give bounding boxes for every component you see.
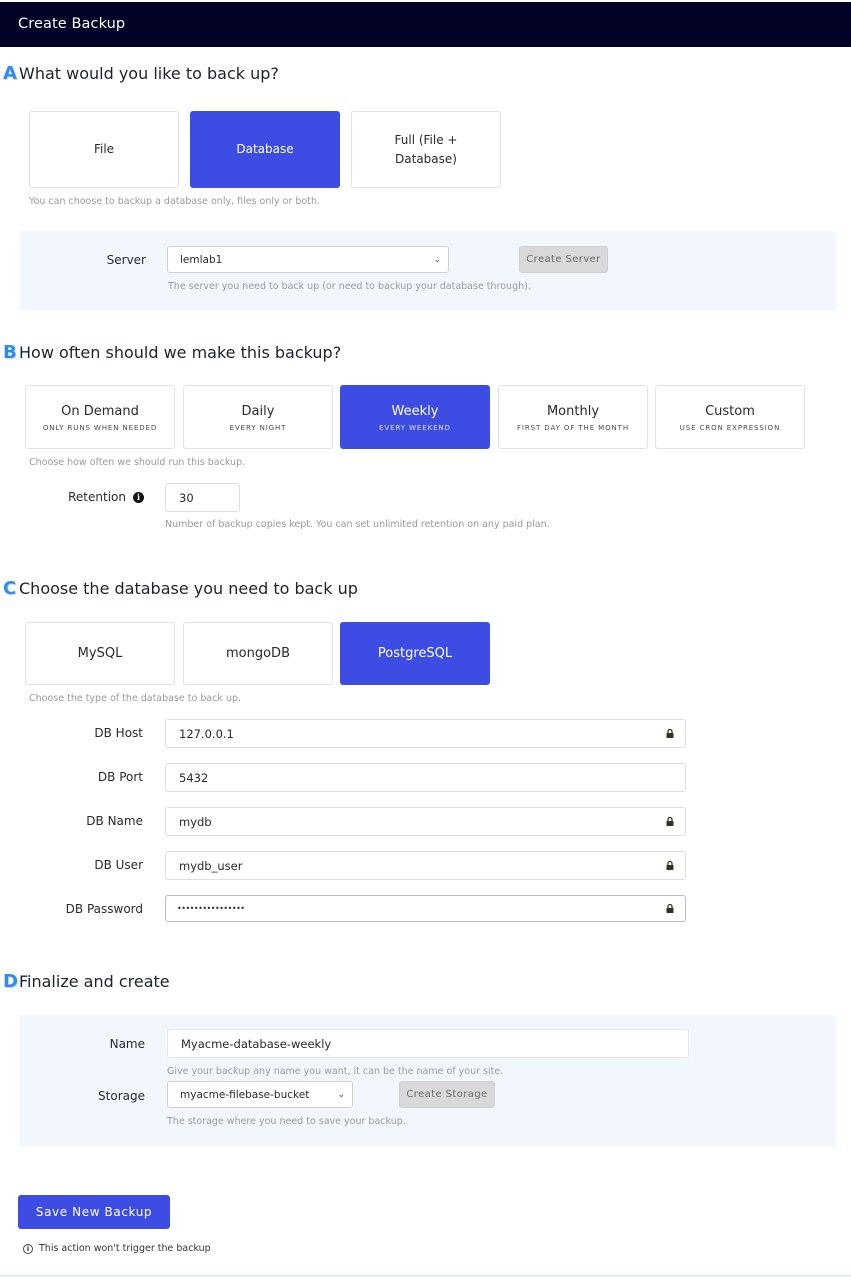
save-new-backup-button[interactable]: Save New Backup — [18, 1195, 170, 1229]
db-password-input[interactable]: •••••••••••••••• — [165, 895, 686, 922]
db-type-mysql[interactable]: MySQL — [25, 622, 175, 685]
server-label: Server — [106, 253, 146, 267]
page-header: Create Backup — [0, 2, 851, 47]
db-name-input[interactable]: mydb — [165, 807, 686, 836]
backup-type-file[interactable]: File — [29, 111, 179, 188]
step-badge-b: B — [3, 341, 17, 363]
section-c-title: C Choose the database you need to back u… — [3, 577, 358, 599]
name-help: Give your backup any name you want, it c… — [167, 1066, 504, 1077]
frequency-weekly[interactable]: Weekly EVERY WEEKEND — [340, 385, 490, 449]
db-port-label: DB Port — [97, 770, 143, 784]
frequency-help: Choose how often we should run this back… — [29, 457, 246, 468]
create-server-button[interactable]: Create Server — [519, 246, 608, 273]
db-name-label: DB Name — [86, 814, 143, 828]
db-type-help: Choose the type of the database to back … — [29, 693, 242, 704]
storage-help: The storage where you need to save your … — [167, 1116, 406, 1127]
db-type-mongodb[interactable]: mongoDB — [183, 622, 333, 685]
db-user-input[interactable]: mydb_user — [165, 851, 686, 880]
backup-name-input[interactable]: Myacme-database-weekly — [167, 1029, 689, 1058]
lock-icon — [666, 903, 674, 913]
retention-help: Number of backup copies kept. You can se… — [165, 519, 550, 530]
step-badge-c: C — [3, 577, 17, 599]
db-password-label: DB Password — [65, 902, 143, 916]
lock-icon — [666, 728, 674, 738]
db-host-label: DB Host — [94, 726, 143, 740]
page-title: Create Backup — [18, 16, 126, 32]
step-badge-d: D — [3, 970, 18, 992]
backup-type-help: You can choose to backup a database only… — [29, 196, 321, 207]
db-user-label: DB User — [94, 858, 143, 872]
lock-icon — [666, 860, 674, 870]
backup-note: i This action won't trigger the backup — [23, 1243, 211, 1254]
chevron-down-icon: ⌄ — [433, 254, 441, 265]
info-circle-icon: i — [23, 1243, 33, 1254]
section-d-title: D Finalize and create — [3, 970, 170, 992]
frequency-daily[interactable]: Daily EVERY NIGHT — [183, 385, 333, 449]
storage-select[interactable]: myacme-filebase-bucket ⌄ — [167, 1081, 353, 1108]
section-b-title: B How often should we make this backup? — [3, 341, 342, 363]
info-icon[interactable]: i — [133, 491, 144, 503]
db-type-postgresql[interactable]: PostgreSQL — [340, 622, 490, 685]
server-help: The server you need to back up (or need … — [168, 281, 531, 292]
retention-input[interactable]: 30 — [165, 483, 240, 512]
retention-label: Retention i — [40, 490, 144, 504]
section-a-title: A What would you like to back up? — [3, 62, 279, 84]
frequency-on-demand[interactable]: On Demand ONLY RUNS WHEN NEEDED — [25, 385, 175, 449]
storage-label: Storage — [98, 1089, 145, 1103]
server-select[interactable]: lemlab1 ⌄ — [167, 246, 449, 273]
db-host-input[interactable]: 127.0.0.1 — [165, 719, 686, 748]
db-port-input[interactable]: 5432 — [165, 763, 686, 792]
lock-icon — [666, 816, 674, 826]
frequency-monthly[interactable]: Monthly FIRST DAY OF THE MONTH — [498, 385, 648, 449]
chevron-down-icon: ⌄ — [337, 1089, 345, 1100]
backup-type-full[interactable]: Full (File + Database) — [351, 111, 501, 188]
backup-type-database[interactable]: Database — [190, 111, 340, 188]
step-badge-a: A — [3, 62, 17, 84]
frequency-custom[interactable]: Custom USE CRON EXPRESSION — [655, 385, 805, 449]
name-label: Name — [109, 1037, 145, 1051]
create-storage-button[interactable]: Create Storage — [399, 1081, 495, 1108]
